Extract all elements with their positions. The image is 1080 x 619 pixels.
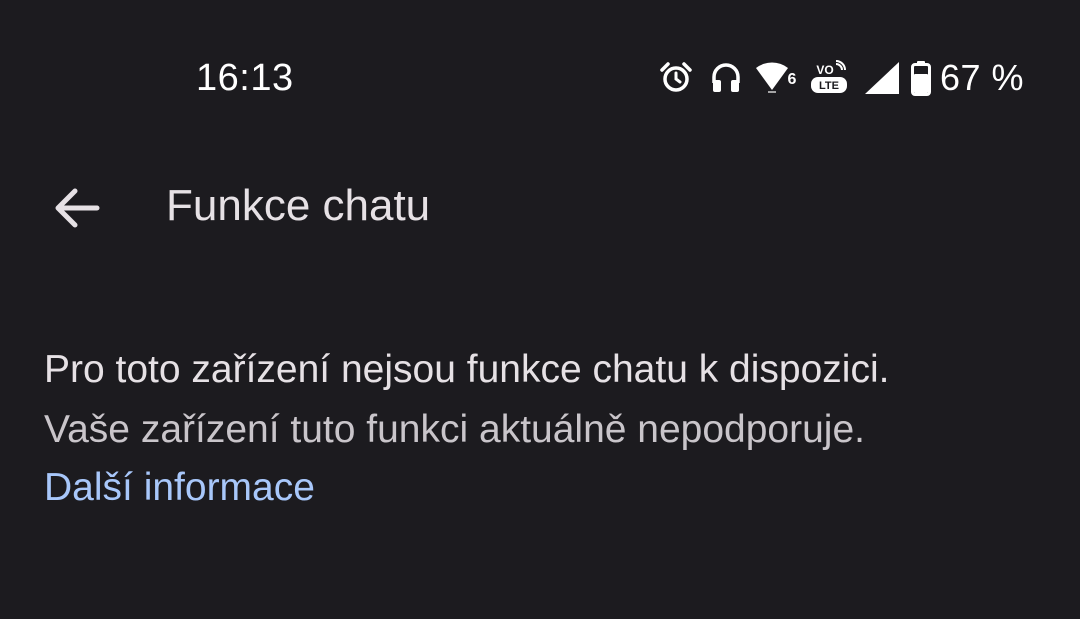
arrow-back-icon bbox=[55, 188, 100, 228]
status-time: 16:13 bbox=[196, 57, 294, 99]
volte-bottom-label: LTE bbox=[819, 80, 839, 92]
unavailable-message: Pro toto zařízení nejsou funkce chatu k … bbox=[44, 340, 1044, 516]
volte-top-label: VO bbox=[816, 63, 833, 77]
battery-percent: 67 % bbox=[940, 57, 1025, 98]
battery-icon bbox=[910, 56, 932, 100]
volte-icon: VO LTE bbox=[806, 56, 852, 100]
wifi-6-icon: 6 bbox=[754, 56, 800, 100]
chat-features-screen: 16:13 6 VO LTE 67 % Funkce chatu Pro tot… bbox=[0, 0, 1080, 619]
message-secondary: Vaše zařízení tuto funkci aktuálně nepod… bbox=[44, 408, 865, 451]
message-primary: Pro toto zařízení nejsou funkce chatu k … bbox=[44, 348, 890, 391]
cellular-signal-icon bbox=[862, 56, 902, 100]
status-icons: 6 VO LTE 67 % bbox=[656, 56, 1024, 100]
wifi-badge: 6 bbox=[788, 71, 797, 88]
alarm-icon bbox=[656, 56, 696, 100]
headphones-icon bbox=[706, 56, 746, 100]
back-button[interactable] bbox=[44, 176, 108, 240]
learn-more-link[interactable]: Další informace bbox=[44, 460, 315, 516]
app-bar: Funkce chatu bbox=[0, 160, 1080, 250]
page-title: Funkce chatu bbox=[166, 181, 431, 230]
status-bar: 16:13 6 VO LTE 67 % bbox=[0, 0, 1080, 150]
